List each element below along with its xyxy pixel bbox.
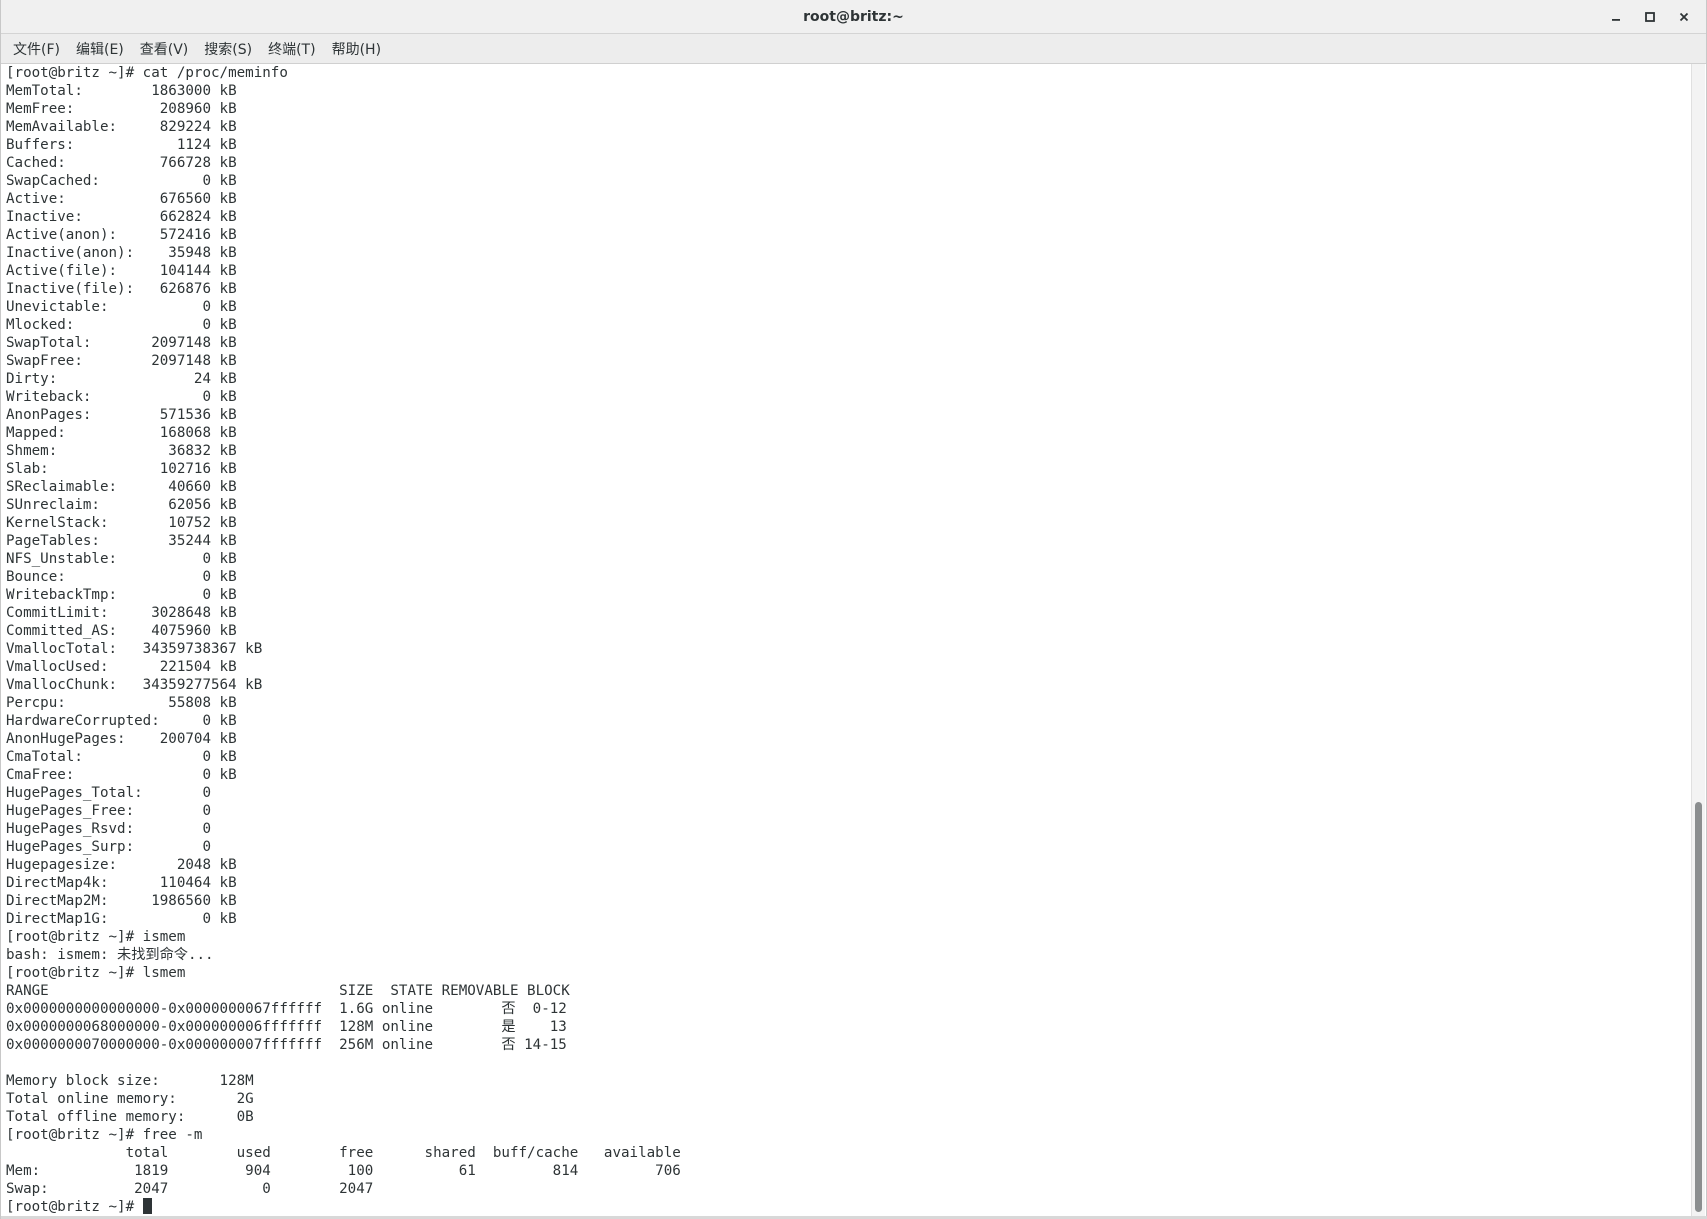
terminal-line: Mlocked: 0 kB [6, 317, 237, 333]
minimize-icon [1612, 18, 1620, 21]
terminal-line: Unevictable: 0 kB [6, 299, 237, 315]
terminal-line: SwapCached: 0 kB [6, 173, 237, 189]
terminal-line: Active(anon): 572416 kB [6, 227, 237, 243]
terminal-line: Percpu: 55808 kB [6, 695, 237, 711]
terminal-line: Inactive(anon): 35948 kB [6, 245, 237, 261]
terminal-line: Slab: 102716 kB [6, 461, 237, 477]
terminal-line: CommitLimit: 3028648 kB [6, 605, 237, 621]
terminal-line: MemTotal: 1863000 kB [6, 83, 237, 99]
terminal-text: [root@britz ~]# cat /proc/meminfo MemTota… [1, 64, 1691, 1214]
terminal-line: HugePages_Rsvd: 0 [6, 821, 211, 837]
menu-bar: 文件(F) 编辑(E) 查看(V) 搜索(S) 终端(T) 帮助(H) [1, 34, 1706, 64]
terminal-line: DirectMap1G: 0 kB [6, 911, 237, 927]
terminal-window: root@britz:~ 文件(F) 编辑(E) 查看(V) 搜索(S) 终端(… [0, 0, 1707, 1219]
terminal-line: SwapFree: 2097148 kB [6, 353, 237, 369]
terminal-line: 0x0000000070000000-0x000000007fffffff 25… [6, 1037, 567, 1053]
terminal-line: [root@britz ~]# cat /proc/meminfo [6, 65, 288, 81]
terminal-line: Active(file): 104144 kB [6, 263, 237, 279]
terminal-line: HardwareCorrupted: 0 kB [6, 713, 237, 729]
terminal-line: bash: ismem: 未找到命令... [6, 947, 214, 963]
close-button[interactable] [1672, 5, 1696, 29]
terminal-line: SUnreclaim: 62056 kB [6, 497, 237, 513]
terminal-line: SwapTotal: 2097148 kB [6, 335, 237, 351]
terminal-line: HugePages_Surp: 0 [6, 839, 211, 855]
menu-view[interactable]: 查看(V) [132, 35, 197, 63]
vertical-scrollbar[interactable] [1691, 64, 1705, 1216]
terminal-line: Active: 676560 kB [6, 191, 237, 207]
menu-edit[interactable]: 编辑(E) [68, 35, 132, 63]
terminal-line: CmaFree: 0 kB [6, 767, 237, 783]
terminal-output[interactable]: [root@britz ~]# cat /proc/meminfo MemTota… [1, 64, 1691, 1214]
terminal-line: Buffers: 1124 kB [6, 137, 237, 153]
terminal-line: WritebackTmp: 0 kB [6, 587, 237, 603]
scrollbar-thumb[interactable] [1695, 802, 1702, 1212]
terminal-line: VmallocTotal: 34359738367 kB [6, 641, 263, 657]
terminal-line: Writeback: 0 kB [6, 389, 237, 405]
terminal-prompt-line[interactable]: [root@britz ~]# [6, 1198, 1691, 1214]
terminal-line: Memory block size: 128M [6, 1073, 254, 1089]
terminal-line: MemFree: 208960 kB [6, 101, 237, 117]
window-controls [1604, 0, 1696, 33]
terminal-line: KernelStack: 10752 kB [6, 515, 237, 531]
terminal-line: DirectMap4k: 110464 kB [6, 875, 237, 891]
menu-help[interactable]: 帮助(H) [324, 35, 389, 63]
terminal-line: Total online memory: 2G [6, 1091, 254, 1107]
terminal-line: AnonPages: 571536 kB [6, 407, 237, 423]
terminal-line: [root@britz ~]# free -m [6, 1127, 203, 1143]
terminal-line: HugePages_Total: 0 [6, 785, 211, 801]
terminal-cursor [142, 1198, 152, 1214]
terminal-line: 0x0000000000000000-0x0000000067ffffff 1.… [6, 1001, 567, 1017]
terminal-line: Mapped: 168068 kB [6, 425, 237, 441]
terminal-line: Hugepagesize: 2048 kB [6, 857, 237, 873]
terminal-line: RANGE SIZE STATE REMOVABLE BLOCK [6, 983, 570, 999]
terminal-line: MemAvailable: 829224 kB [6, 119, 237, 135]
terminal-line: Inactive: 662824 kB [6, 209, 237, 225]
close-icon [1679, 12, 1689, 21]
maximize-icon [1645, 11, 1655, 22]
menu-search[interactable]: 搜索(S) [196, 35, 260, 63]
terminal-line: Swap: 2047 0 2047 [6, 1181, 374, 1197]
terminal-line: Committed_AS: 4075960 kB [6, 623, 237, 639]
terminal-line: Inactive(file): 626876 kB [6, 281, 237, 297]
terminal-line: [root@britz ~]# ismem [6, 929, 186, 945]
title-bar[interactable]: root@britz:~ [1, 0, 1706, 34]
terminal-line: NFS_Unstable: 0 kB [6, 551, 237, 567]
window-title: root@britz:~ [803, 8, 904, 25]
terminal-line: SReclaimable: 40660 kB [6, 479, 237, 495]
terminal-prompt: [root@britz ~]# [6, 1199, 143, 1214]
terminal-line: Bounce: 0 kB [6, 569, 237, 585]
terminal-line: total used free shared buff/cache availa… [6, 1145, 681, 1161]
maximize-button[interactable] [1638, 5, 1662, 29]
terminal-line: DirectMap2M: 1986560 kB [6, 893, 237, 909]
menu-file[interactable]: 文件(F) [5, 35, 68, 63]
terminal-line: AnonHugePages: 200704 kB [6, 731, 237, 747]
terminal-line: [root@britz ~]# lsmem [6, 965, 186, 981]
terminal-line: Mem: 1819 904 100 61 814 706 [6, 1163, 681, 1179]
terminal-line: Cached: 766728 kB [6, 155, 237, 171]
terminal-line: Dirty: 24 kB [6, 371, 237, 387]
menu-terminal[interactable]: 终端(T) [260, 35, 323, 63]
terminal-line: 0x0000000068000000-0x000000006fffffff 12… [6, 1019, 567, 1035]
terminal-line: HugePages_Free: 0 [6, 803, 211, 819]
terminal-line: CmaTotal: 0 kB [6, 749, 237, 765]
terminal-line: Shmem: 36832 kB [6, 443, 237, 459]
minimize-button[interactable] [1604, 5, 1628, 29]
terminal-line: PageTables: 35244 kB [6, 533, 237, 549]
terminal-line: VmallocChunk: 34359277564 kB [6, 677, 263, 693]
terminal-line: Total offline memory: 0B [6, 1109, 254, 1125]
terminal-line: VmallocUsed: 221504 kB [6, 659, 237, 675]
